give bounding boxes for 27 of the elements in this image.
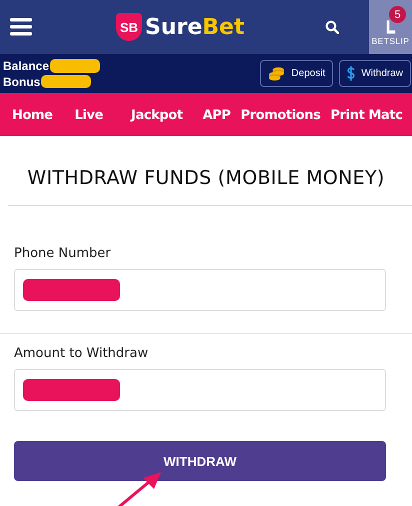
logo-badge: SB [116, 13, 142, 41]
balance-label: Balance [3, 58, 50, 72]
redaction-mark [41, 75, 92, 88]
deposit-button[interactable]: Deposit [260, 60, 334, 87]
field-label: Amount to Withdraw [14, 346, 150, 361]
nav-link[interactable]: Home [12, 108, 53, 122]
withdraw-button[interactable]: WITHDRAW [14, 441, 386, 481]
search-icon[interactable] [325, 20, 339, 34]
nav-link[interactable]: Print Matc [330, 108, 403, 122]
input-field[interactable] [14, 269, 386, 311]
withdraw-button[interactable]: Withdraw [339, 60, 411, 87]
betslip-count: 5 [389, 6, 406, 23]
nav-link[interactable]: Promotions [240, 108, 321, 122]
menu-icon[interactable] [10, 18, 32, 36]
logo-wordmark: SureBet [145, 14, 244, 40]
field-label: Phone Number [14, 246, 112, 261]
slip-icon [386, 20, 396, 34]
bonus-label: Bonus [3, 74, 40, 88]
coins-icon [268, 66, 286, 81]
nav-link[interactable]: APP [202, 108, 231, 122]
nav-link[interactable]: Live [74, 108, 104, 122]
betslip-button[interactable]: 5 BETSLIP [369, 0, 412, 54]
page-title: WITHDRAW FUNDS (MOBILE MONEY) [26, 166, 386, 190]
input-field[interactable] [14, 369, 386, 411]
redaction-mark [50, 58, 100, 72]
nav-link[interactable]: Jackpot [131, 108, 183, 122]
dollar-icon [347, 66, 356, 81]
